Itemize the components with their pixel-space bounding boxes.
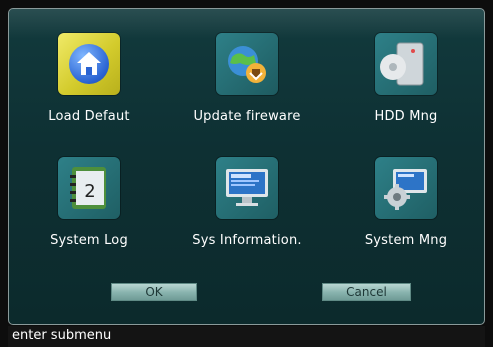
home-icon xyxy=(58,33,120,95)
status-bar: enter submenu xyxy=(8,326,485,347)
tile-hdd-mng[interactable]: HDD Mng xyxy=(336,17,476,127)
ok-button[interactable]: OK xyxy=(111,283,197,301)
globe-update-icon xyxy=(216,33,278,95)
tile-label: Load Defaut xyxy=(48,109,130,124)
hard-disk-icon xyxy=(375,33,437,95)
status-text: enter submenu xyxy=(12,328,112,343)
tile-label: Sys Information. xyxy=(192,233,302,248)
tile-load-default[interactable]: Load Defaut xyxy=(19,17,159,127)
log-book-icon: 2 xyxy=(58,157,120,219)
tile-system-log[interactable]: 2 System Log xyxy=(19,141,159,251)
tile-update-firmware[interactable]: Update fireware xyxy=(177,17,317,127)
svg-text:2: 2 xyxy=(84,181,95,202)
monitor-icon xyxy=(216,157,278,219)
settings-monitor-icon xyxy=(375,157,437,219)
window-frame: Load Defaut Update fireware HDD Mng 2 Sy… xyxy=(0,0,493,347)
cancel-button[interactable]: Cancel xyxy=(322,283,411,301)
menu-panel: Load Defaut Update fireware HDD Mng 2 Sy… xyxy=(8,8,485,325)
tile-label: HDD Mng xyxy=(374,109,438,124)
tile-label: System Log xyxy=(50,233,128,248)
tile-sys-information[interactable]: Sys Information. xyxy=(177,141,317,251)
tile-label: System Mng xyxy=(364,233,448,248)
tile-system-mng[interactable]: System Mng xyxy=(336,141,476,251)
tile-label: Update fireware xyxy=(193,109,301,124)
